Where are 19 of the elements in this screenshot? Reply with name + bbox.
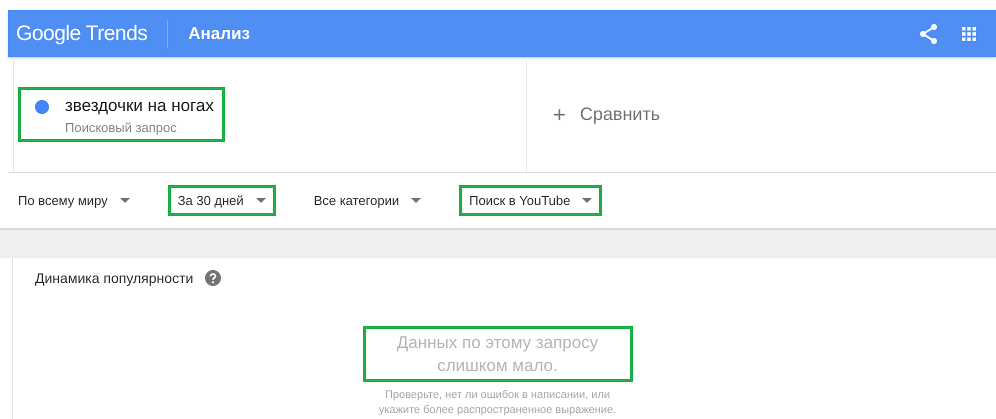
search-term-card[interactable]: звездочки на ногах Поисковый запрос (18, 87, 225, 142)
filter-dropdown[interactable]: По всему миру (8, 185, 140, 216)
share-icon[interactable] (920, 24, 938, 44)
filter-dropdown[interactable]: Поиск в YouTube (459, 185, 602, 216)
term-name: звездочки на ногах (65, 96, 214, 116)
caret-icon (120, 198, 130, 203)
apps-grid-icon[interactable] (962, 26, 976, 40)
filter-dropdown[interactable]: За 30 дней (168, 185, 276, 216)
no-data-message: Данных по этому запросу слишком мало. (362, 326, 632, 382)
caret-icon (411, 198, 422, 203)
help-icon[interactable] (205, 270, 222, 286)
compare-button[interactable]: + Сравнить (553, 102, 660, 128)
caret-icon (582, 198, 592, 203)
page-title: Анализ (188, 24, 250, 44)
caret-icon (256, 198, 266, 203)
filter-dropdown[interactable]: Все категории (304, 185, 432, 216)
panel-title: Динамика популярности (35, 270, 194, 286)
term-type: Поисковый запрос (65, 120, 178, 135)
hint-text: Проверьте, нет ли ошибок в написании, или укажите более распространенное выражение. (378, 388, 618, 418)
